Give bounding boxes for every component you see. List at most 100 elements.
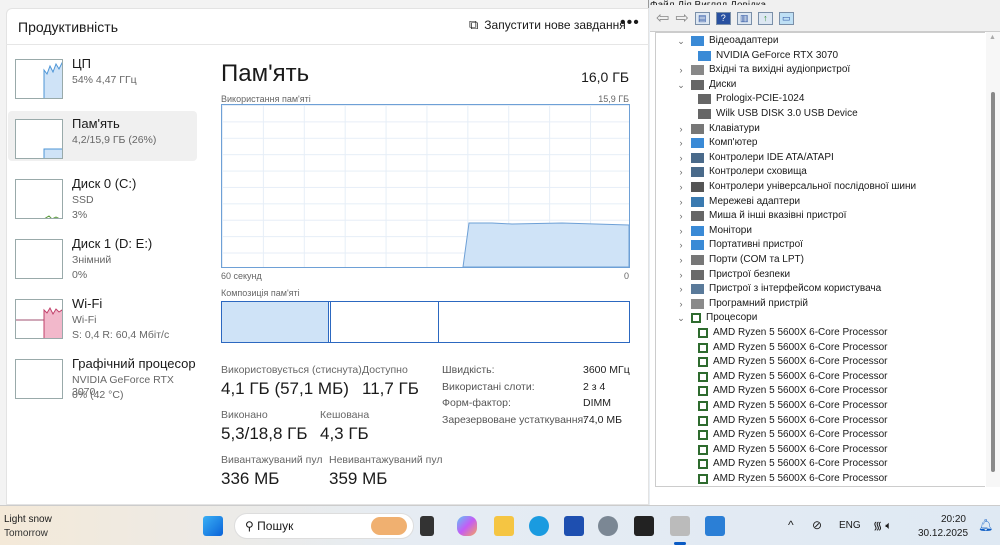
stat-value: 336 МБ	[221, 469, 280, 488]
collapsed-chevron-icon[interactable]: ›	[676, 151, 686, 165]
collapsed-chevron-icon[interactable]: ›	[676, 136, 686, 150]
device-tree-item[interactable]: AMD Ryzen 5 5600X 6-Core Processor	[698, 428, 888, 442]
scrollbar-thumb[interactable]	[991, 92, 995, 472]
collapsed-chevron-icon[interactable]: ›	[676, 297, 686, 311]
device-tree-item[interactable]: AMD Ryzen 5 5600X 6-Core Processor	[698, 341, 888, 355]
run-new-task-button[interactable]: ⧉ Запустити нове завдання	[469, 17, 626, 33]
standby-segment[interactable]	[331, 302, 439, 342]
device-tree-item[interactable]: NVIDIA GeForce RTX 3070	[698, 49, 838, 63]
copilot-icon[interactable]	[457, 516, 477, 536]
device-tree-item[interactable]: › Миша й інші вказівні пристрої	[676, 209, 846, 223]
device-tree-item[interactable]: › Пристрої з інтерфейсом користувача	[676, 282, 881, 296]
device-tree-item[interactable]: › Монітори	[676, 224, 752, 238]
device-tree-item[interactable]: › Портативні пристрої	[676, 238, 803, 252]
clock[interactable]: 20:20 30.12.2025	[918, 514, 968, 539]
show-hidden-icons-icon[interactable]: ^	[788, 518, 794, 532]
search-box[interactable]: ⚲ Пошук	[234, 513, 414, 539]
mouse-icon	[691, 211, 704, 222]
property-value: DIMM	[583, 397, 611, 409]
edge-icon[interactable]	[529, 516, 549, 536]
scan-hardware-icon[interactable]: ▭	[778, 11, 794, 25]
wifi-volume-icon[interactable]: ᯾ 🔈︎	[873, 518, 892, 533]
device-tree-item[interactable]: ⌄ Відеоадаптери	[676, 34, 778, 48]
device-tree-item[interactable]: Prologix-PCIE-1024	[698, 92, 804, 106]
collapsed-chevron-icon[interactable]: ›	[676, 180, 686, 194]
device-tree-item[interactable]: AMD Ryzen 5 5600X 6-Core Processor	[698, 399, 888, 413]
language-indicator[interactable]: ENG	[839, 520, 861, 531]
in-use-segment[interactable]	[222, 302, 329, 342]
file-explorer-icon[interactable]	[494, 516, 514, 536]
device-manager-icon[interactable]	[670, 516, 690, 536]
collapsed-chevron-icon[interactable]: ›	[676, 238, 686, 252]
free-segment[interactable]	[439, 302, 629, 342]
weather-widget[interactable]: Light snow Tomorrow	[4, 514, 52, 539]
device-tree-item[interactable]: ⌄ Процесори	[676, 311, 757, 325]
device-tree-item[interactable]: › Вхідні та вихідні аудіопристрої	[676, 63, 850, 77]
vertical-scrollbar[interactable]: ▲	[986, 32, 1000, 487]
device-tree-item[interactable]: AMD Ryzen 5 5600X 6-Core Processor	[698, 457, 888, 471]
device-label: AMD Ryzen 5 5600X 6-Core Processor	[713, 370, 888, 382]
expanded-chevron-icon[interactable]: ⌄	[676, 311, 686, 325]
collapsed-chevron-icon[interactable]: ›	[676, 122, 686, 136]
collapsed-chevron-icon[interactable]: ›	[676, 63, 686, 77]
device-tree-item[interactable]: Wilk USB DISK 3.0 USB Device	[698, 107, 858, 121]
device-tree-item[interactable]: › Мережеві адаптери	[676, 195, 800, 209]
collapsed-chevron-icon[interactable]: ›	[676, 195, 686, 209]
sidebar-item-5[interactable]: Графічний процесор NVIDIA GeForce RTX 30…	[8, 351, 197, 401]
task-manager-icon[interactable]	[705, 516, 725, 536]
device-tree-item[interactable]: AMD Ryzen 5 5600X 6-Core Processor	[698, 443, 888, 457]
expanded-chevron-icon[interactable]: ⌄	[676, 34, 686, 48]
cpu-icon	[698, 474, 708, 484]
task-view-icon[interactable]	[420, 516, 434, 536]
network-icon	[691, 196, 704, 207]
device-tree-item[interactable]: › Контролери IDE ATA/ATAPI	[676, 151, 834, 165]
collapsed-chevron-icon[interactable]: ›	[676, 209, 686, 223]
memory-usage-graph	[221, 104, 630, 268]
collapsed-chevron-icon[interactable]: ›	[676, 268, 686, 282]
device-tree-item[interactable]: › Контролери універсальної послідовної ш…	[676, 180, 916, 194]
sidebar-item-4[interactable]: Wi-Fi Wi-Fi S: 0,4 R: 60,4 Мбіт/с	[8, 291, 197, 341]
device-tree-item[interactable]: › Пристрої безпеки	[676, 268, 790, 282]
collapsed-chevron-icon[interactable]: ›	[676, 282, 686, 296]
sidebar-item-0[interactable]: ЦП 54% 4,47 ГГц	[8, 51, 197, 101]
sidebar-item-3[interactable]: Диск 1 (D: E:) Знімний 0%	[8, 231, 197, 281]
collapsed-chevron-icon[interactable]: ›	[676, 224, 686, 238]
device-tree-item[interactable]: › Клавіатури	[676, 122, 760, 136]
start-icon[interactable]	[203, 516, 223, 536]
memory-title: Пам'ять	[221, 60, 310, 87]
properties-icon[interactable]: ▥	[736, 11, 752, 25]
device-label: AMD Ryzen 5 5600X 6-Core Processor	[713, 400, 888, 411]
scroll-up-icon[interactable]: ▲	[989, 34, 996, 41]
device-tree-item[interactable]: › Програмний пристрій	[676, 297, 808, 311]
device-tree-item[interactable]: AMD Ryzen 5 5600X 6-Core Processor	[698, 326, 888, 340]
terminal-icon[interactable]	[634, 516, 654, 536]
sidebar-item-1[interactable]: Пам'ять 4,2/15,9 ГБ (26%)	[8, 111, 197, 161]
collapsed-chevron-icon[interactable]: ›	[676, 253, 686, 267]
stat-label: Невивантажуваний пул	[329, 454, 443, 466]
notifications-off-icon[interactable]: ⊘	[812, 518, 822, 532]
device-tree-item[interactable]: ⌄ Диски	[676, 78, 736, 92]
sidebar-item-2[interactable]: Диск 0 (C:) SSD 3%	[8, 171, 197, 221]
stat-label: Кешована	[320, 409, 370, 421]
forward-icon[interactable]: ⇨	[675, 8, 688, 28]
device-tree-item[interactable]: › Комп'ютер	[676, 136, 757, 150]
settings-icon[interactable]	[598, 516, 618, 536]
more-options-button[interactable]: •••	[620, 14, 640, 32]
device-tree-item[interactable]: › Порти (COM та LPT)	[676, 253, 804, 267]
update-driver-icon[interactable]: ↑	[757, 11, 773, 25]
help-icon[interactable]: ?	[715, 11, 731, 25]
device-tree-item[interactable]: AMD Ryzen 5 5600X 6-Core Processor	[698, 414, 888, 428]
mini-graph	[15, 179, 63, 219]
cpu-icon	[698, 357, 708, 368]
device-tree-item[interactable]: AMD Ryzen 5 5600X 6-Core Processor	[698, 384, 888, 398]
back-icon[interactable]: ⇦	[656, 8, 669, 28]
notification-bell-icon[interactable]: 🔔︎	[978, 518, 993, 532]
show-hide-tree-icon[interactable]: ▤	[694, 11, 710, 25]
collapsed-chevron-icon[interactable]: ›	[676, 165, 686, 179]
expanded-chevron-icon[interactable]: ⌄	[676, 78, 686, 92]
device-tree-item[interactable]: AMD Ryzen 5 5600X 6-Core Processor	[698, 370, 888, 384]
store-icon[interactable]	[564, 516, 584, 536]
device-tree-item[interactable]: AMD Ryzen 5 5600X 6-Core Processor	[698, 472, 888, 486]
device-tree-item[interactable]: AMD Ryzen 5 5600X 6-Core Processor	[698, 355, 888, 369]
device-tree-item[interactable]: › Контролери сховища	[676, 165, 807, 179]
